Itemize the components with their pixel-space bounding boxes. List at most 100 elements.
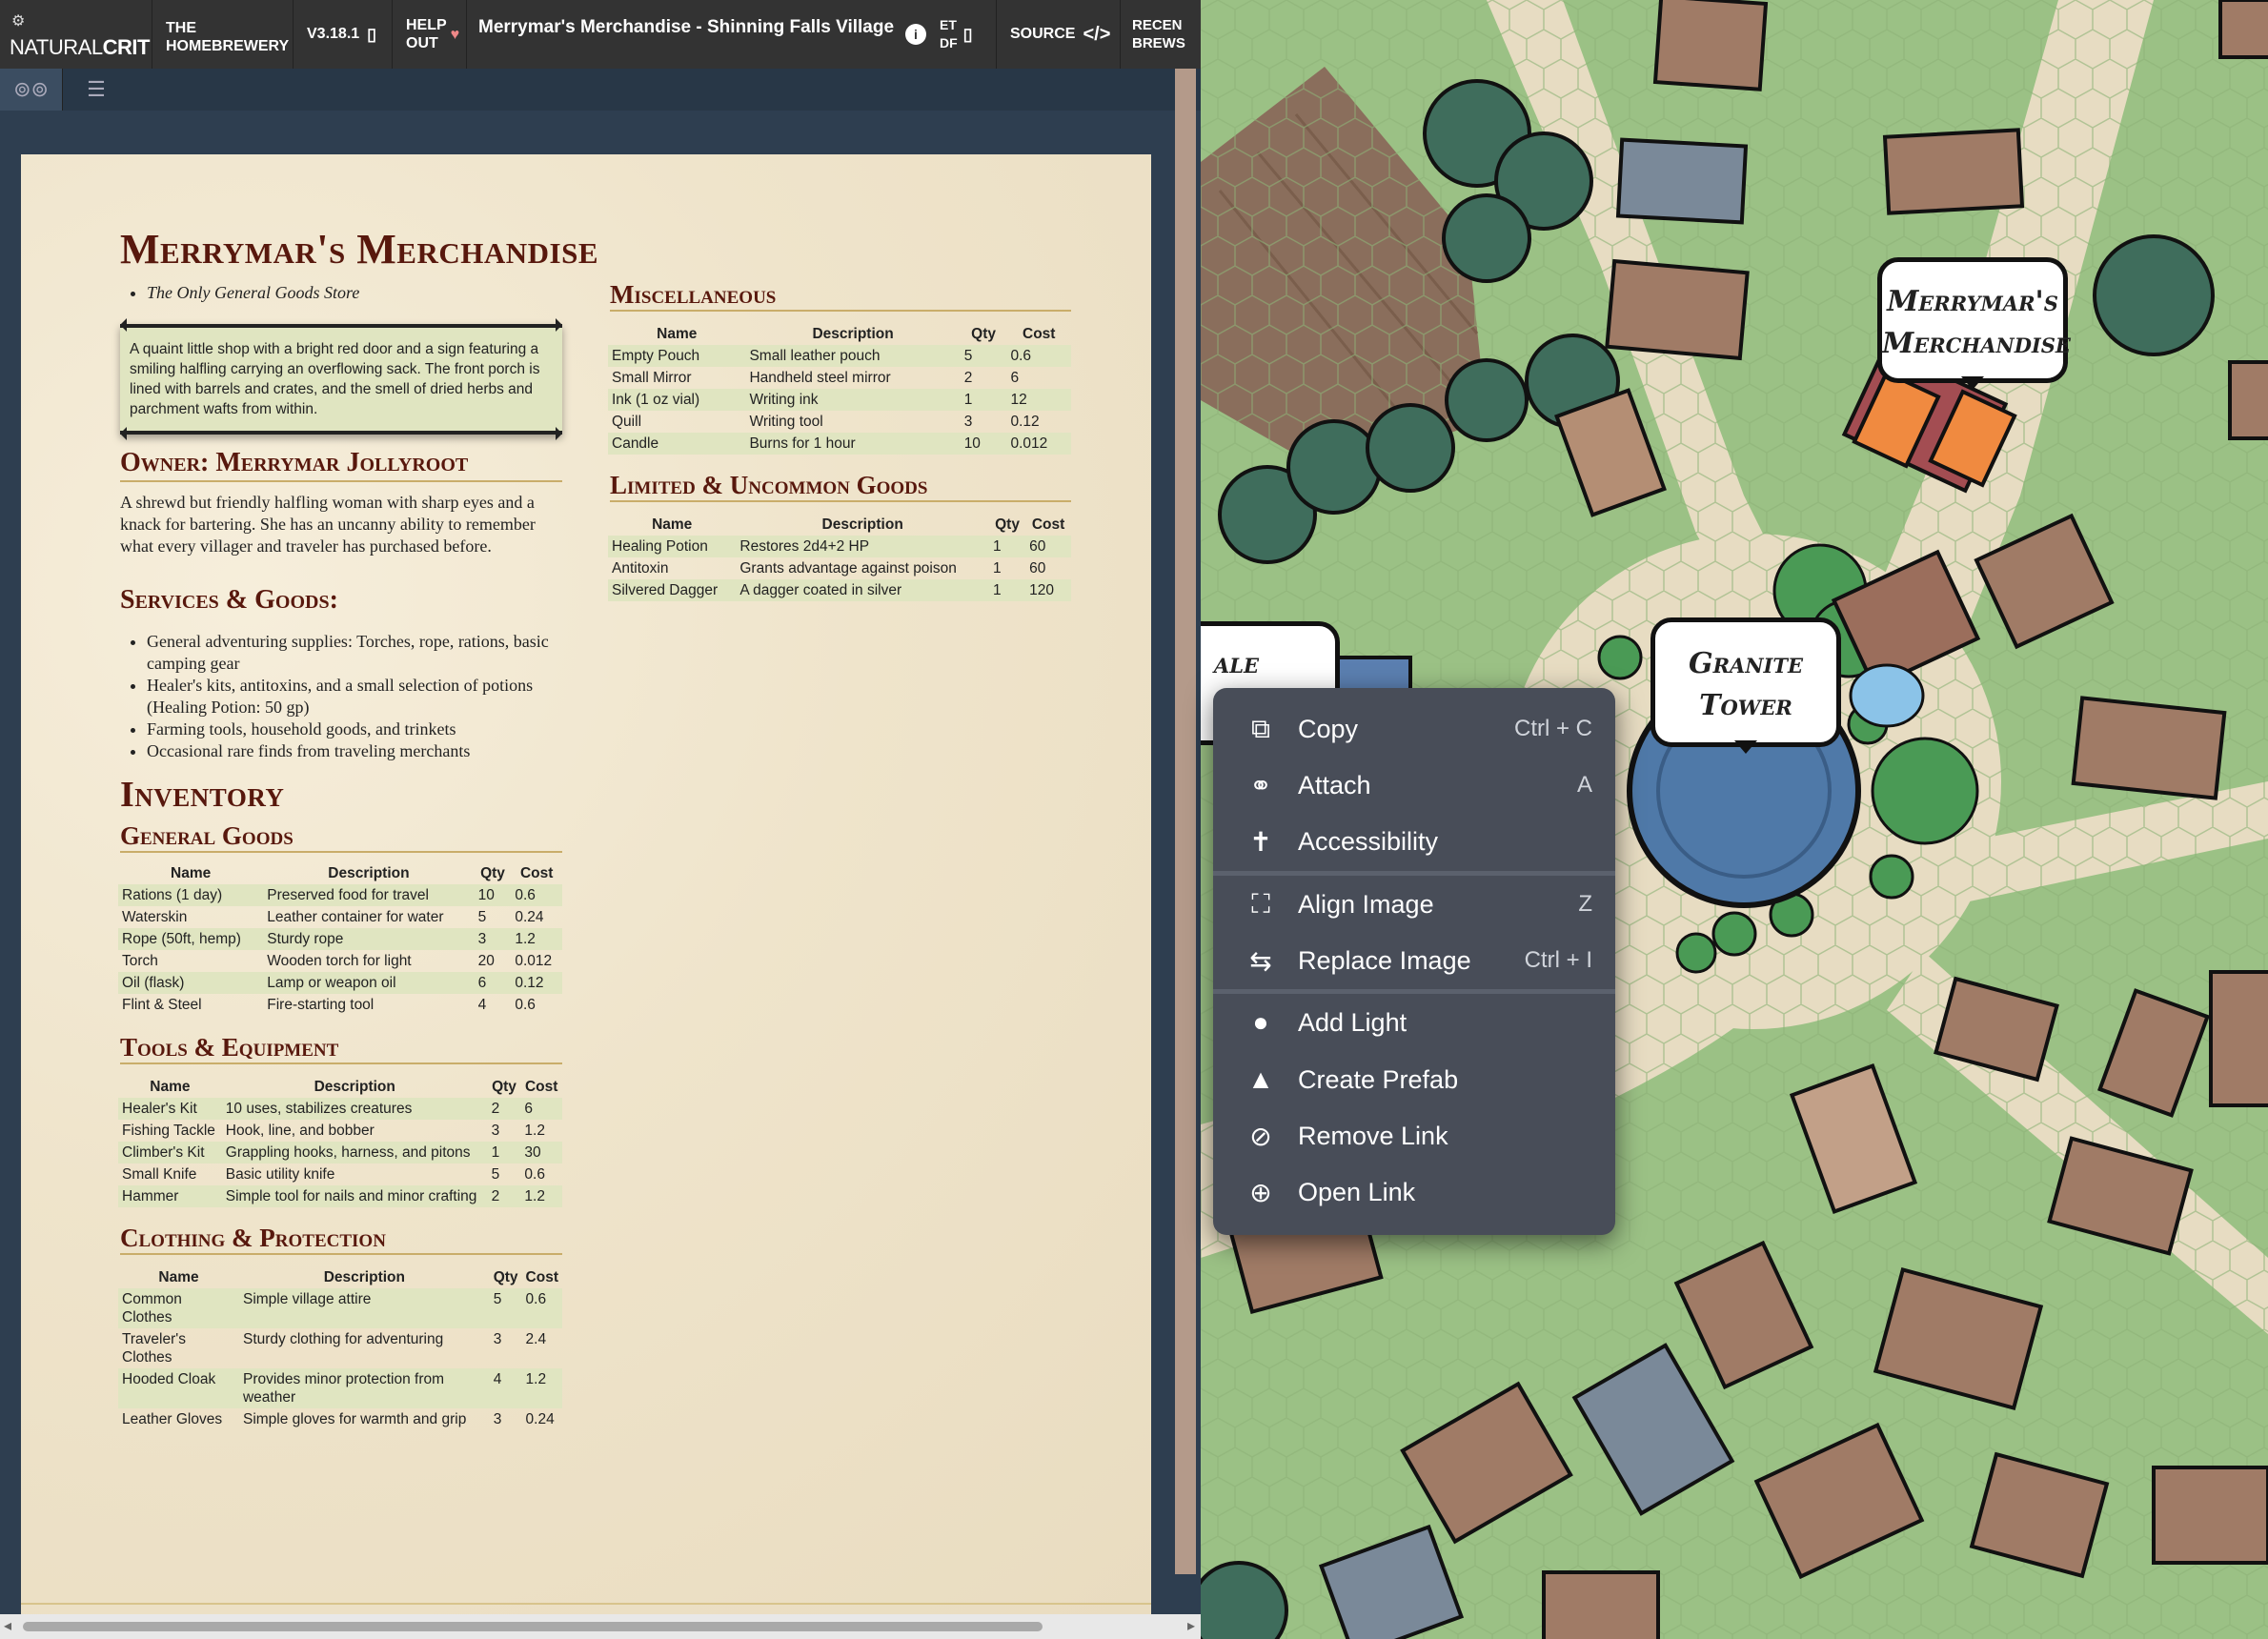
table-row: Oil (flask) Lamp or weapon oil 6 0.12 <box>118 972 562 994</box>
document-title[interactable]: Merrymar's Merchandise - Shinning Falls … <box>467 0 900 69</box>
horizontal-scrollbar[interactable]: ◂ ▸ <box>0 1614 1201 1639</box>
table-cell: Hammer <box>118 1185 222 1207</box>
align-image-icon: ⛶ <box>1251 888 1270 919</box>
merrymar-label-line1: Merrymar's <box>1887 285 2058 318</box>
table-of-contents-icon[interactable]: ☰ <box>65 69 128 111</box>
table-cell: 2 <box>963 370 973 386</box>
granite-tower-map-label[interactable]: Granite Tower <box>1650 617 1841 754</box>
table-row: Antitoxin Grants advantage against poison… <box>608 557 1071 579</box>
col-cost: Cost <box>1023 326 1056 342</box>
get-pdf-link[interactable]: ET DF ▯ <box>934 0 997 69</box>
menu-item-label: Add Light <box>1298 1007 1407 1037</box>
menu-item-label: Create Prefab <box>1298 1064 1459 1094</box>
table-cell: Quill <box>612 414 642 430</box>
table-cell: Fishing Tackle <box>122 1123 215 1139</box>
table-row: Fishing Tackle Hook, line, and bobber 3 1.2 <box>118 1120 562 1142</box>
get-pdf-label-2: DF <box>940 35 958 51</box>
scroll-right-icon[interactable]: ▸ <box>1187 1616 1195 1635</box>
menu-separator <box>1213 871 1615 876</box>
table-cell: 0.6 <box>1006 345 1071 367</box>
table-cell: 3 <box>963 414 973 430</box>
col-qty: Qty <box>971 326 996 342</box>
menu-item-remove-link[interactable]: ⊘ Remove Link <box>1213 1108 1615 1163</box>
menu-item-open-link[interactable]: ⊕ Open Link <box>1213 1164 1615 1220</box>
owner-text: A shrewd but friendly halfling woman wit… <box>120 493 536 556</box>
code-icon: </> <box>1083 23 1111 45</box>
table-cell: Provides minor protection from weather <box>238 1368 490 1408</box>
description-note: A quaint little shop with a bright red d… <box>120 318 562 440</box>
glasses-icon[interactable]: ⊚⊚ <box>0 69 63 111</box>
menu-item-add-light[interactable]: ● Add Light <box>1213 995 1615 1050</box>
table-cell: 10 uses, stabilizes creatures <box>221 1098 488 1120</box>
col-cost: Cost <box>1031 516 1065 533</box>
col-qty: Qty <box>493 1269 518 1285</box>
brand-bold: CRIT <box>102 35 151 59</box>
menu-separator <box>1213 989 1615 994</box>
menu-item-accessibility[interactable]: ✝ Accessibility <box>1213 814 1615 869</box>
naturalcrit-logo[interactable]: ⚙ NATURAL CRIT <box>0 0 152 69</box>
col-name: Name <box>171 865 212 881</box>
source-link[interactable]: SOURCE </> <box>997 0 1121 69</box>
col-name: Name <box>158 1269 199 1285</box>
col-qty: Qty <box>995 516 1020 533</box>
table-cell: Hooded Cloak <box>118 1368 239 1408</box>
menu-item-label: Align Image <box>1298 889 1434 919</box>
services-list: General adventuring supplies: Torches, r… <box>120 631 568 762</box>
table-cell: 2.4 <box>525 1331 547 1347</box>
table-cell: Burns for 1 hour <box>745 433 961 455</box>
menu-item-label: Attach <box>1298 770 1371 799</box>
menu-item-copy[interactable]: ⧉ Copy Ctrl + C <box>1213 701 1615 757</box>
recent-brews-link[interactable]: RECEN BREWS <box>1121 0 1185 69</box>
menu-item-replace-image[interactable]: ⇆ Replace Image Ctrl + I <box>1213 933 1615 988</box>
col-description: Description <box>812 326 894 342</box>
vertical-scrollbar[interactable] <box>1175 69 1196 1574</box>
homebrewery-link[interactable]: THE HOMEBREWERY <box>152 0 294 69</box>
table-cell: Climber's Kit <box>118 1142 222 1163</box>
accessibility-icon: ✝ <box>1249 826 1272 857</box>
table-row: Ink (1 oz vial) Writing ink 1 12 <box>608 389 1071 411</box>
get-pdf-label-1: ET <box>940 17 957 32</box>
table-cell: 60 <box>1025 536 1071 557</box>
preview-toolbar: ⊚⊚ ☰ <box>0 69 1201 111</box>
heart-icon: ♥ <box>450 26 460 43</box>
table-row: Empty Pouch Small leather pouch 5 0.6 <box>608 345 1071 367</box>
version-link[interactable]: V3.18.1 ▯ <box>294 0 393 69</box>
menu-item-create-prefab[interactable]: ▲ Create Prefab <box>1213 1052 1615 1107</box>
table-cell: 0.012 <box>1006 433 1071 455</box>
table-cell: Common Clothes <box>118 1288 239 1328</box>
table-cell: Grants advantage against poison <box>739 560 957 577</box>
table-cell: Small Mirror <box>612 370 692 386</box>
table-cell: Traveler's Clothes <box>122 1331 186 1366</box>
brand-light: NATURAL <box>10 35 103 59</box>
menu-item-shortcut: Ctrl + C <box>1513 716 1592 741</box>
scroll-left-icon[interactable]: ◂ <box>4 1616 11 1635</box>
info-icon[interactable]: i <box>900 0 934 69</box>
col-qty: Qty <box>492 1079 516 1095</box>
version-label: V3.18.1 <box>307 26 360 42</box>
menu-item-attach[interactable]: ⚭ Attach A <box>1213 758 1615 813</box>
help-out-link[interactable]: HELP OUT ♥ <box>393 0 467 69</box>
col-description: Description <box>323 1269 405 1285</box>
menu-item-align-image[interactable]: ⛶ Align Image Z <box>1213 877 1615 932</box>
table-row: Flint & Steel Fire-starting tool 4 0.6 <box>118 994 562 1016</box>
table-cell: 5 <box>960 345 1007 367</box>
table-cell: 1.2 <box>521 1368 562 1408</box>
table-cell: 3 <box>493 1411 502 1427</box>
col-qty: Qty <box>480 865 505 881</box>
table-cell: 4 <box>489 1368 522 1408</box>
partial-label-line1: ale <box>1213 647 1259 680</box>
table-cell: 10 <box>960 433 1007 455</box>
table-cell: Flint & Steel <box>122 997 202 1013</box>
menu-item-label: Remove Link <box>1298 1121 1448 1150</box>
table-cell: Oil (flask) <box>118 972 264 994</box>
merrymar-map-label[interactable]: Merrymar's Merchandise <box>1877 257 2071 390</box>
table-cell: 3 <box>491 1123 500 1139</box>
scrollbar-thumb[interactable] <box>23 1622 1043 1631</box>
col-description: Description <box>328 865 410 881</box>
service-item: General adventuring supplies: Torches, r… <box>147 631 568 675</box>
table-row: Waterskin Leather container for water 5 0.2… <box>118 906 562 928</box>
table-cell: 5 <box>477 909 487 925</box>
table-cell: Simple gloves for warmth and grip <box>242 1411 467 1427</box>
table-cell: Writing tool <box>749 414 823 430</box>
homebrewery-label-1: THE <box>166 20 196 36</box>
